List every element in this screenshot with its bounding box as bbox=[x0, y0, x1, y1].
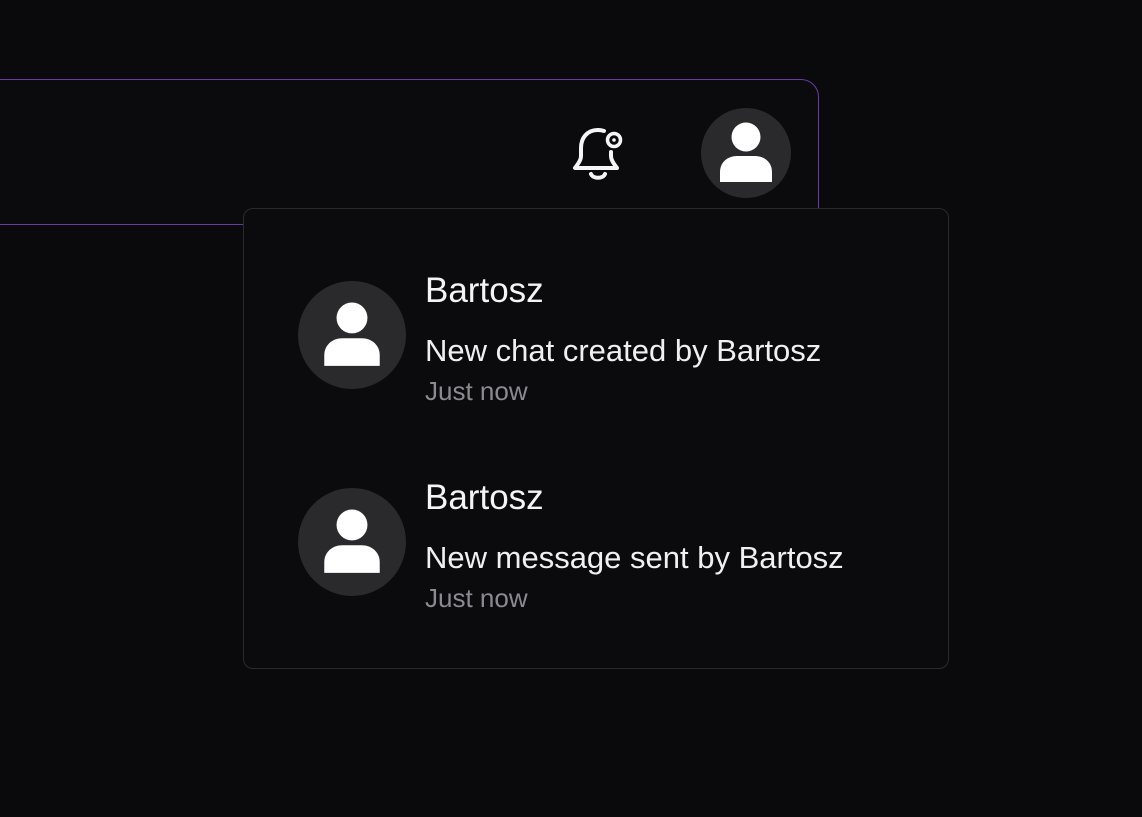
top-header bbox=[0, 79, 819, 225]
user-icon bbox=[324, 302, 380, 366]
avatar bbox=[298, 281, 406, 389]
notification-message: New message sent by Bartosz bbox=[425, 540, 844, 575]
avatar bbox=[298, 488, 406, 596]
notifications-dropdown: Bartosz New chat created by Bartosz Just… bbox=[243, 208, 949, 669]
notifications-button[interactable] bbox=[566, 120, 630, 186]
notification-time: Just now bbox=[425, 583, 528, 613]
notification-item[interactable]: Bartosz New chat created by Bartosz Just… bbox=[298, 271, 918, 431]
notification-message: New chat created by Bartosz bbox=[425, 333, 822, 368]
notification-time: Just now bbox=[425, 376, 528, 406]
notification-sender: Bartosz bbox=[425, 271, 544, 310]
user-icon bbox=[324, 509, 380, 573]
account-avatar-button[interactable] bbox=[701, 108, 791, 198]
bell-settings-icon bbox=[573, 128, 623, 180]
notification-sender: Bartosz bbox=[425, 478, 544, 517]
app-stage: Bartosz New chat created by Bartosz Just… bbox=[0, 0, 1142, 817]
notification-item[interactable]: Bartosz New message sent by Bartosz Just… bbox=[298, 478, 918, 638]
user-icon bbox=[720, 122, 772, 182]
